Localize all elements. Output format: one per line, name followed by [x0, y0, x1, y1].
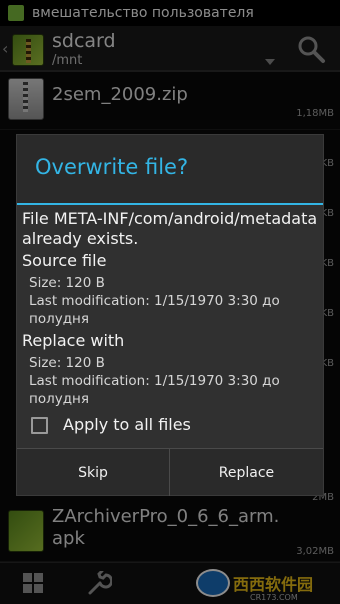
- dialog-body: File META-INF/com/android/metadata alrea…: [17, 205, 323, 448]
- source-modified: Last modification: 1/15/1970 3:30 до: [29, 293, 280, 309]
- overwrite-dialog: Overwrite file? File META-INF/com/androi…: [16, 134, 324, 496]
- source-heading: Source file: [22, 251, 107, 270]
- apply-all-checkbox[interactable]: [31, 417, 48, 434]
- replace-heading: Replace with: [22, 331, 125, 350]
- source-modified-cont: полудня: [29, 311, 89, 327]
- skip-button[interactable]: Skip: [17, 449, 170, 496]
- source-size: Size: 120 B: [29, 275, 105, 291]
- replace-size: Size: 120 B: [29, 355, 105, 371]
- dialog-buttons: Skip Replace: [17, 448, 323, 496]
- dialog-message: File META-INF/com/android/metadata alrea…: [22, 209, 318, 248]
- apply-all-label[interactable]: Apply to all files: [63, 415, 191, 434]
- replace-modified-cont: полудня: [29, 391, 89, 407]
- replace-button[interactable]: Replace: [170, 449, 323, 496]
- replace-modified: Last modification: 1/15/1970 3:30 до: [29, 373, 280, 389]
- dialog-title: Overwrite file?: [35, 155, 189, 179]
